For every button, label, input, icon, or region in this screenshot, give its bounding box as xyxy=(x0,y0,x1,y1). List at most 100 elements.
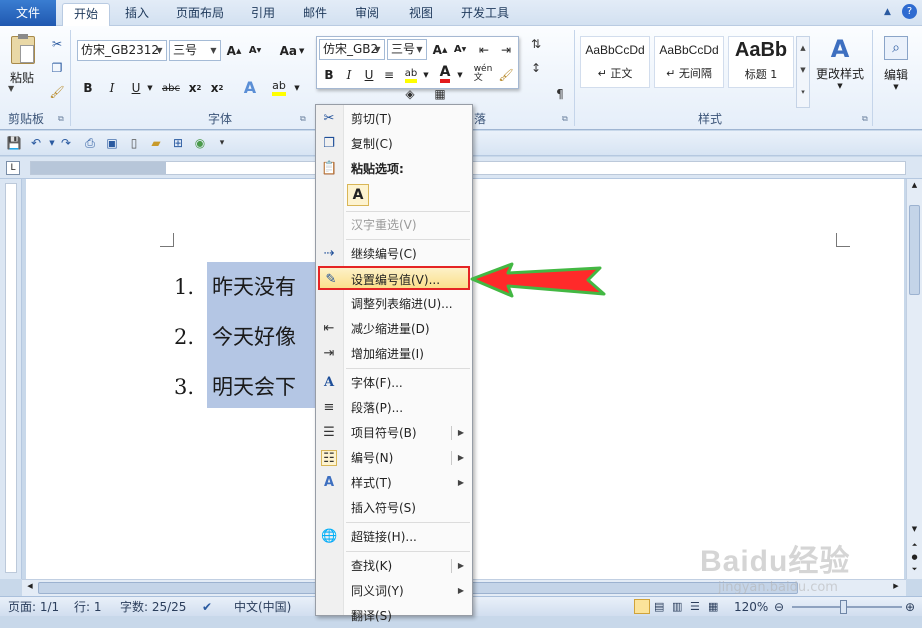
styles-scroll[interactable]: ▲ ▼ ▾ xyxy=(796,36,810,108)
list-item[interactable]: 3. 明天会下 xyxy=(174,369,300,405)
line-spacing-icon[interactable]: ↕ xyxy=(528,60,544,76)
menu-item-bullets[interactable]: ☰ 项目符号(B) ▶ xyxy=(318,421,470,445)
highlight-color-icon[interactable]: ab xyxy=(268,76,290,98)
print-icon[interactable]: ▣ xyxy=(104,135,120,151)
status-line[interactable]: 行: 1 xyxy=(74,599,102,615)
scroll-left-icon[interactable]: ◀ xyxy=(24,582,36,594)
tab-review[interactable]: 审阅 xyxy=(346,3,388,26)
mini-font-name-combo[interactable]: 仿宋_GB2 ▼ xyxy=(319,39,385,60)
zoom-slider-thumb[interactable] xyxy=(840,600,847,614)
menu-item-cut[interactable]: ✂ 剪切(T) xyxy=(318,107,470,131)
previous-page-icon[interactable]: ⏶ xyxy=(909,541,920,553)
underline-dropdown-icon[interactable]: ▼ xyxy=(145,78,155,98)
menu-item-numbering[interactable]: ☷ 编号(N) ▶ xyxy=(318,446,470,470)
tab-selector-icon[interactable]: L xyxy=(6,161,20,175)
menu-item-styles[interactable]: A 样式(T) ▶ xyxy=(318,471,470,495)
shrink-font-icon[interactable]: A ▼ xyxy=(246,40,264,61)
menu-item-insert-symbol[interactable]: 插入符号(S) xyxy=(318,496,470,520)
mini-underline-icon[interactable]: U xyxy=(361,65,377,85)
menu-item-increase-indent[interactable]: ⇥ 增加缩进量(I) xyxy=(318,342,470,366)
view-web-icon[interactable]: ▥ xyxy=(672,599,686,615)
mini-font-color-icon[interactable]: A xyxy=(435,63,455,85)
change-styles-button[interactable]: A 更改样式 ▼ xyxy=(812,32,868,92)
cut-icon[interactable]: ✂ xyxy=(49,36,65,52)
editing-button[interactable]: ⌕ 编辑 ▼ xyxy=(876,32,916,94)
format-painter-icon[interactable]: 🖌 xyxy=(49,84,65,100)
underline-icon[interactable]: U xyxy=(128,78,144,98)
mini-font-color-dropdown-icon[interactable]: ▼ xyxy=(455,65,465,85)
menu-item-continue-numbering[interactable]: ⇢ 继续编号(C) xyxy=(318,242,470,266)
mini-bold-icon[interactable]: B xyxy=(321,65,337,85)
minimize-ribbon-icon[interactable]: ▲ xyxy=(884,7,891,17)
paragraph-launcher-icon[interactable]: ⧉ xyxy=(562,114,568,124)
styles-launcher-icon[interactable]: ⧉ xyxy=(862,114,868,124)
mini-decrease-indent-icon[interactable]: ⇤ xyxy=(475,39,493,60)
scroll-right-icon[interactable]: ▶ xyxy=(890,582,902,594)
sort-icon[interactable]: ⇅ xyxy=(528,36,544,52)
menu-item-adjust-list-indent[interactable]: 调整列表缩进(U)... xyxy=(318,292,470,316)
vertical-scrollbar[interactable]: ▲ ▼ ⏶ ● ⏷ xyxy=(906,179,922,579)
table-icon[interactable]: ⊞ xyxy=(170,135,186,151)
web-icon[interactable]: ◉ xyxy=(192,135,208,151)
style-normal[interactable]: AaBbCcDd ↵ 正文 xyxy=(580,36,650,88)
proofing-icon[interactable]: ✔ xyxy=(202,599,212,615)
view-full-screen-icon[interactable]: ▤ xyxy=(654,599,668,615)
tab-file[interactable]: 文件 xyxy=(0,0,56,26)
menu-item-hyperlink[interactable]: 🌐 超链接(H)... xyxy=(318,525,470,549)
mini-grow-font-icon[interactable]: A ▲ xyxy=(431,39,449,60)
print-preview-icon[interactable]: ⎙ xyxy=(82,135,98,151)
list-item[interactable]: 2. 今天好像 xyxy=(174,319,300,355)
mini-shrink-font-icon[interactable]: A ▼ xyxy=(451,39,469,60)
paste-button[interactable] xyxy=(6,30,40,70)
scroll-up-icon[interactable]: ▲ xyxy=(909,181,920,193)
customize-qat-icon[interactable]: ▾ xyxy=(214,135,230,151)
zoom-out-icon[interactable]: ⊖ xyxy=(774,599,784,615)
mini-font-size-combo[interactable]: 三号 ▼ xyxy=(387,39,427,60)
view-print-layout-icon[interactable] xyxy=(634,599,650,614)
text-effects-icon[interactable]: A xyxy=(240,76,260,98)
next-page-icon[interactable]: ⏷ xyxy=(909,565,920,577)
highlight-dropdown-icon[interactable]: ▼ xyxy=(292,78,302,98)
status-zoom[interactable]: 120% xyxy=(734,599,768,615)
paste-dropdown-icon[interactable]: ▼ xyxy=(8,84,14,93)
tab-view[interactable]: 视图 xyxy=(400,3,442,26)
bold-icon[interactable]: B xyxy=(80,78,96,98)
menu-item-synonyms[interactable]: 同义词(Y) ▶ xyxy=(318,579,470,603)
copy-icon[interactable]: ❐ xyxy=(49,60,65,76)
zoom-in-icon[interactable]: ⊕ xyxy=(905,599,915,615)
strikethrough-icon[interactable]: abc xyxy=(160,78,182,98)
view-outline-icon[interactable]: ☰ xyxy=(690,599,704,615)
menu-item-copy[interactable]: ❐ 复制(C) xyxy=(318,132,470,156)
mini-italic-icon[interactable]: I xyxy=(341,65,357,85)
tab-mailings[interactable]: 邮件 xyxy=(294,3,336,26)
mini-increase-indent-icon[interactable]: ⇥ xyxy=(497,39,515,60)
new-document-icon[interactable]: ▯ xyxy=(126,135,142,151)
mini-phonetic-guide-icon[interactable]: wén 文 xyxy=(473,63,493,85)
menu-item-font[interactable]: A 字体(F)... xyxy=(318,371,470,395)
status-page[interactable]: 页面: 1/1 xyxy=(8,599,59,615)
superscript-icon[interactable]: x2 xyxy=(208,78,226,98)
subscript-icon[interactable]: x2 xyxy=(186,78,204,98)
paste-keep-text-only-button[interactable]: A xyxy=(347,184,369,206)
menu-item-decrease-indent[interactable]: ⇤ 减少缩进量(D) xyxy=(318,317,470,341)
style-no-spacing[interactable]: AaBbCcDd ↵ 无间隔 xyxy=(654,36,724,88)
zoom-slider[interactable] xyxy=(792,606,902,608)
mini-highlight-dropdown-icon[interactable]: ▼ xyxy=(421,65,431,85)
tab-insert[interactable]: 插入 xyxy=(116,3,158,26)
scroll-down-icon[interactable]: ▼ xyxy=(909,525,920,537)
tab-references[interactable]: 引用 xyxy=(242,3,284,26)
help-icon[interactable]: ? xyxy=(902,4,917,19)
style-heading-1[interactable]: AaBb 标题 1 xyxy=(728,36,794,88)
view-draft-icon[interactable]: ▦ xyxy=(708,599,722,615)
change-case-button[interactable]: Aa ▼ xyxy=(278,40,306,61)
italic-icon[interactable]: I xyxy=(104,78,120,98)
vertical-ruler[interactable] xyxy=(0,179,22,579)
tab-page-layout[interactable]: 页面布局 xyxy=(166,3,234,26)
mini-format-painter-icon[interactable]: 🖌 xyxy=(497,65,515,85)
open-icon[interactable]: ▰ xyxy=(148,135,164,151)
font-name-combo[interactable]: 仿宋_GB2312 ▼ xyxy=(77,40,167,61)
list-item[interactable]: 1. 昨天没有 xyxy=(174,269,300,305)
clipboard-launcher-icon[interactable]: ⧉ xyxy=(58,114,64,124)
status-language[interactable]: 中文(中国) xyxy=(234,599,291,615)
tab-home[interactable]: 开始 xyxy=(62,3,110,26)
